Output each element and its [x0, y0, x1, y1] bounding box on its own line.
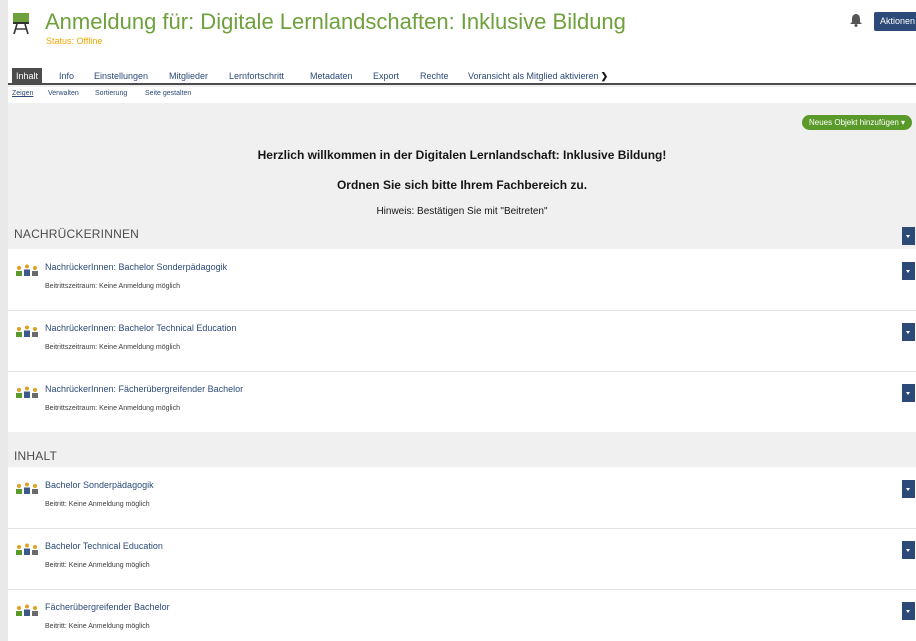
list-item: Bachelor Technical Education Beitritt: K… — [8, 528, 916, 589]
item-actions-dropdown[interactable] — [902, 541, 915, 559]
add-object-button[interactable]: Neues Objekt hinzufügen ▾ — [802, 115, 913, 130]
item-title-link[interactable]: NachrückerInnen: Bachelor Technical Educ… — [45, 323, 236, 333]
section-list-inhalt: Bachelor Sonderpädagogik Beitritt: Keine… — [8, 467, 916, 641]
list-item: NachrückerInnen: Fächerübergreifender Ba… — [8, 371, 916, 432]
subtab-bar: Zeigen Verwalten Sortierung Seite gestal… — [8, 87, 916, 103]
welcome-instruction: Ordnen Sie sich bitte Ihrem Fachbereich … — [336, 178, 588, 192]
section-list-nachrueckerinnen: NachrückerInnen: Bachelor Sonderpädagogi… — [8, 249, 916, 432]
subtab-sortierung[interactable]: Sortierung — [95, 90, 127, 97]
item-title-link[interactable]: Bachelor Technical Education — [45, 541, 163, 551]
group-icon — [16, 604, 38, 616]
item-actions-dropdown[interactable] — [902, 480, 915, 498]
list-item: Fächerübergreifender Bachelor Beitritt: … — [8, 589, 916, 641]
subtab-zeigen[interactable]: Zeigen — [12, 90, 33, 97]
tab-metadaten[interactable]: Metadaten — [310, 68, 353, 85]
item-subtitle: Beitrittszeitraum: Keine Anmeldung mögli… — [45, 405, 181, 412]
item-title-link[interactable]: NachrückerInnen: Bachelor Sonderpädagogi… — [45, 262, 227, 272]
list-item: Bachelor Sonderpädagogik Beitritt: Keine… — [8, 467, 916, 528]
item-title-link[interactable]: Fächerübergreifender Bachelor — [45, 602, 170, 612]
tab-preview-as-member[interactable]: Voransicht als Mitglied aktivieren ❯ — [468, 68, 608, 85]
item-actions-dropdown[interactable] — [902, 323, 915, 341]
subtab-verwalten[interactable]: Verwalten — [48, 90, 79, 97]
group-icon — [16, 482, 38, 494]
subtab-seite-gestalten[interactable]: Seite gestalten — [145, 90, 191, 97]
chevron-right-icon: ❯ — [600, 71, 609, 81]
tab-export[interactable]: Export — [373, 68, 399, 85]
welcome-heading: Herzlich willkommen in der Digitalen Ler… — [257, 148, 667, 162]
item-subtitle: Beitritt: Keine Anmeldung möglich — [45, 623, 150, 630]
tab-bar: Inhalt Info Einstellungen Mitglieder Ler… — [8, 60, 916, 85]
item-actions-dropdown[interactable] — [902, 384, 915, 402]
tab-preview-label: Voransicht als Mitglied aktivieren — [468, 71, 599, 81]
item-actions-dropdown[interactable] — [902, 602, 915, 620]
welcome-hint: Hinweis: Bestätigen Sie mit "Beitreten" — [376, 206, 548, 217]
status-text: Status: Offline — [46, 36, 103, 46]
page: Anmeldung für: Digitale Lernlandschaften… — [8, 0, 916, 641]
page-title: Anmeldung für: Digitale Lernlandschaften… — [45, 9, 626, 34]
tab-inhalt[interactable]: Inhalt — [12, 68, 43, 85]
group-icon — [16, 386, 38, 398]
list-item: NachrückerInnen: Bachelor Sonderpädagogi… — [8, 249, 916, 310]
group-icon — [16, 264, 38, 276]
list-item: NachrückerInnen: Bachelor Technical Educ… — [8, 310, 916, 371]
item-actions-dropdown[interactable] — [902, 262, 915, 280]
item-subtitle: Beitrittszeitraum: Keine Anmeldung mögli… — [45, 283, 181, 290]
header: Anmeldung für: Digitale Lernlandschaften… — [8, 0, 916, 60]
group-icon — [16, 325, 38, 337]
actions-button[interactable]: Aktionen ▾ — [874, 12, 916, 31]
section-title-inhalt: INHALT — [14, 449, 57, 463]
chalkboard-icon — [13, 13, 29, 35]
tab-einstellungen[interactable]: Einstellungen — [94, 68, 148, 85]
tab-lernfortschritt[interactable]: Lernfortschritt — [229, 68, 284, 85]
item-subtitle: Beitritt: Keine Anmeldung möglich — [45, 562, 150, 569]
section-actions-dropdown[interactable] — [902, 227, 915, 245]
item-title-link[interactable]: NachrückerInnen: Fächerübergreifender Ba… — [45, 384, 243, 394]
tab-rechte[interactable]: Rechte — [420, 68, 449, 85]
section-title-nachrueckerinnen: NACHRÜCKERINNEN — [14, 227, 140, 241]
group-icon — [16, 543, 38, 555]
bell-icon[interactable] — [850, 14, 862, 27]
item-subtitle: Beitritt: Keine Anmeldung möglich — [45, 501, 150, 508]
tab-info[interactable]: Info — [59, 68, 74, 85]
item-title-link[interactable]: Bachelor Sonderpädagogik — [45, 480, 154, 490]
item-subtitle: Beitrittszeitraum: Keine Anmeldung mögli… — [45, 344, 181, 351]
tab-mitglieder[interactable]: Mitglieder — [169, 68, 208, 85]
